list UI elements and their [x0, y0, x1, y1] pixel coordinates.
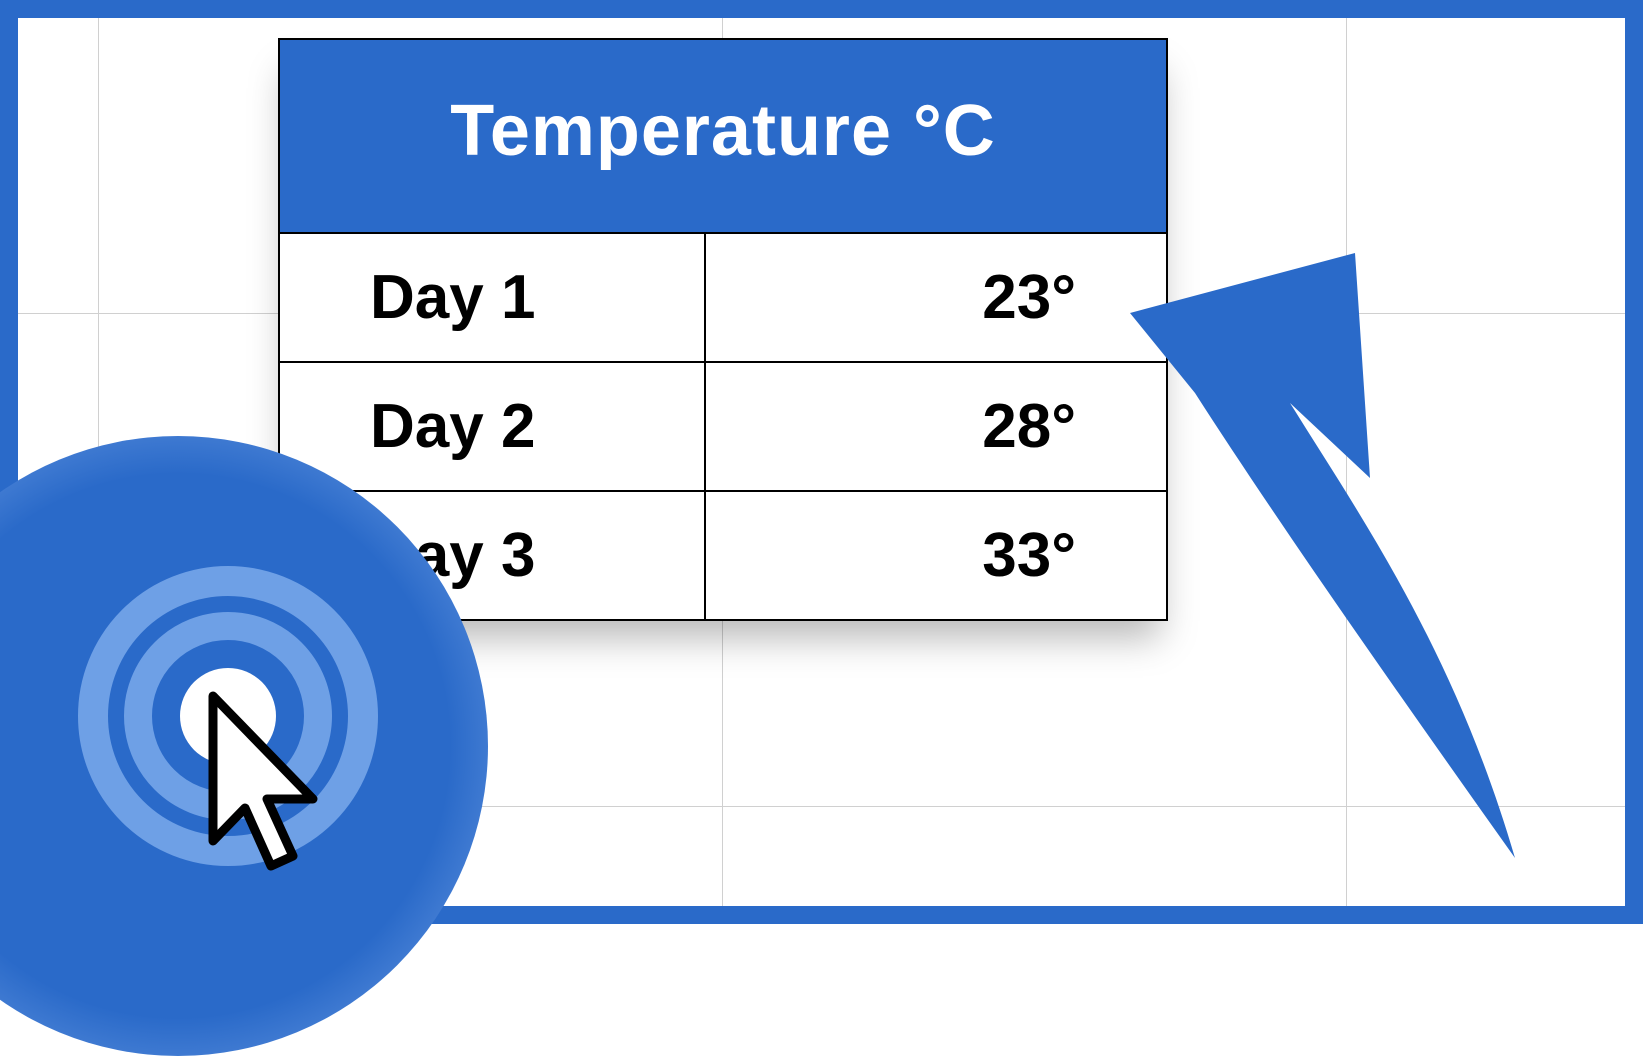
table-row: Day 1 23° — [279, 233, 1167, 362]
curved-arrow-icon — [1085, 253, 1585, 863]
row-label-cell[interactable]: Day 1 — [279, 233, 705, 362]
table-header[interactable]: Temperature °C — [279, 39, 1167, 233]
table-row: Day 2 28° — [279, 362, 1167, 491]
temperature-table: Temperature °C Day 1 23° Day 2 28° Day 3… — [278, 38, 1168, 621]
cursor-icon — [193, 686, 343, 876]
row-label-cell[interactable]: Day 2 — [279, 362, 705, 491]
